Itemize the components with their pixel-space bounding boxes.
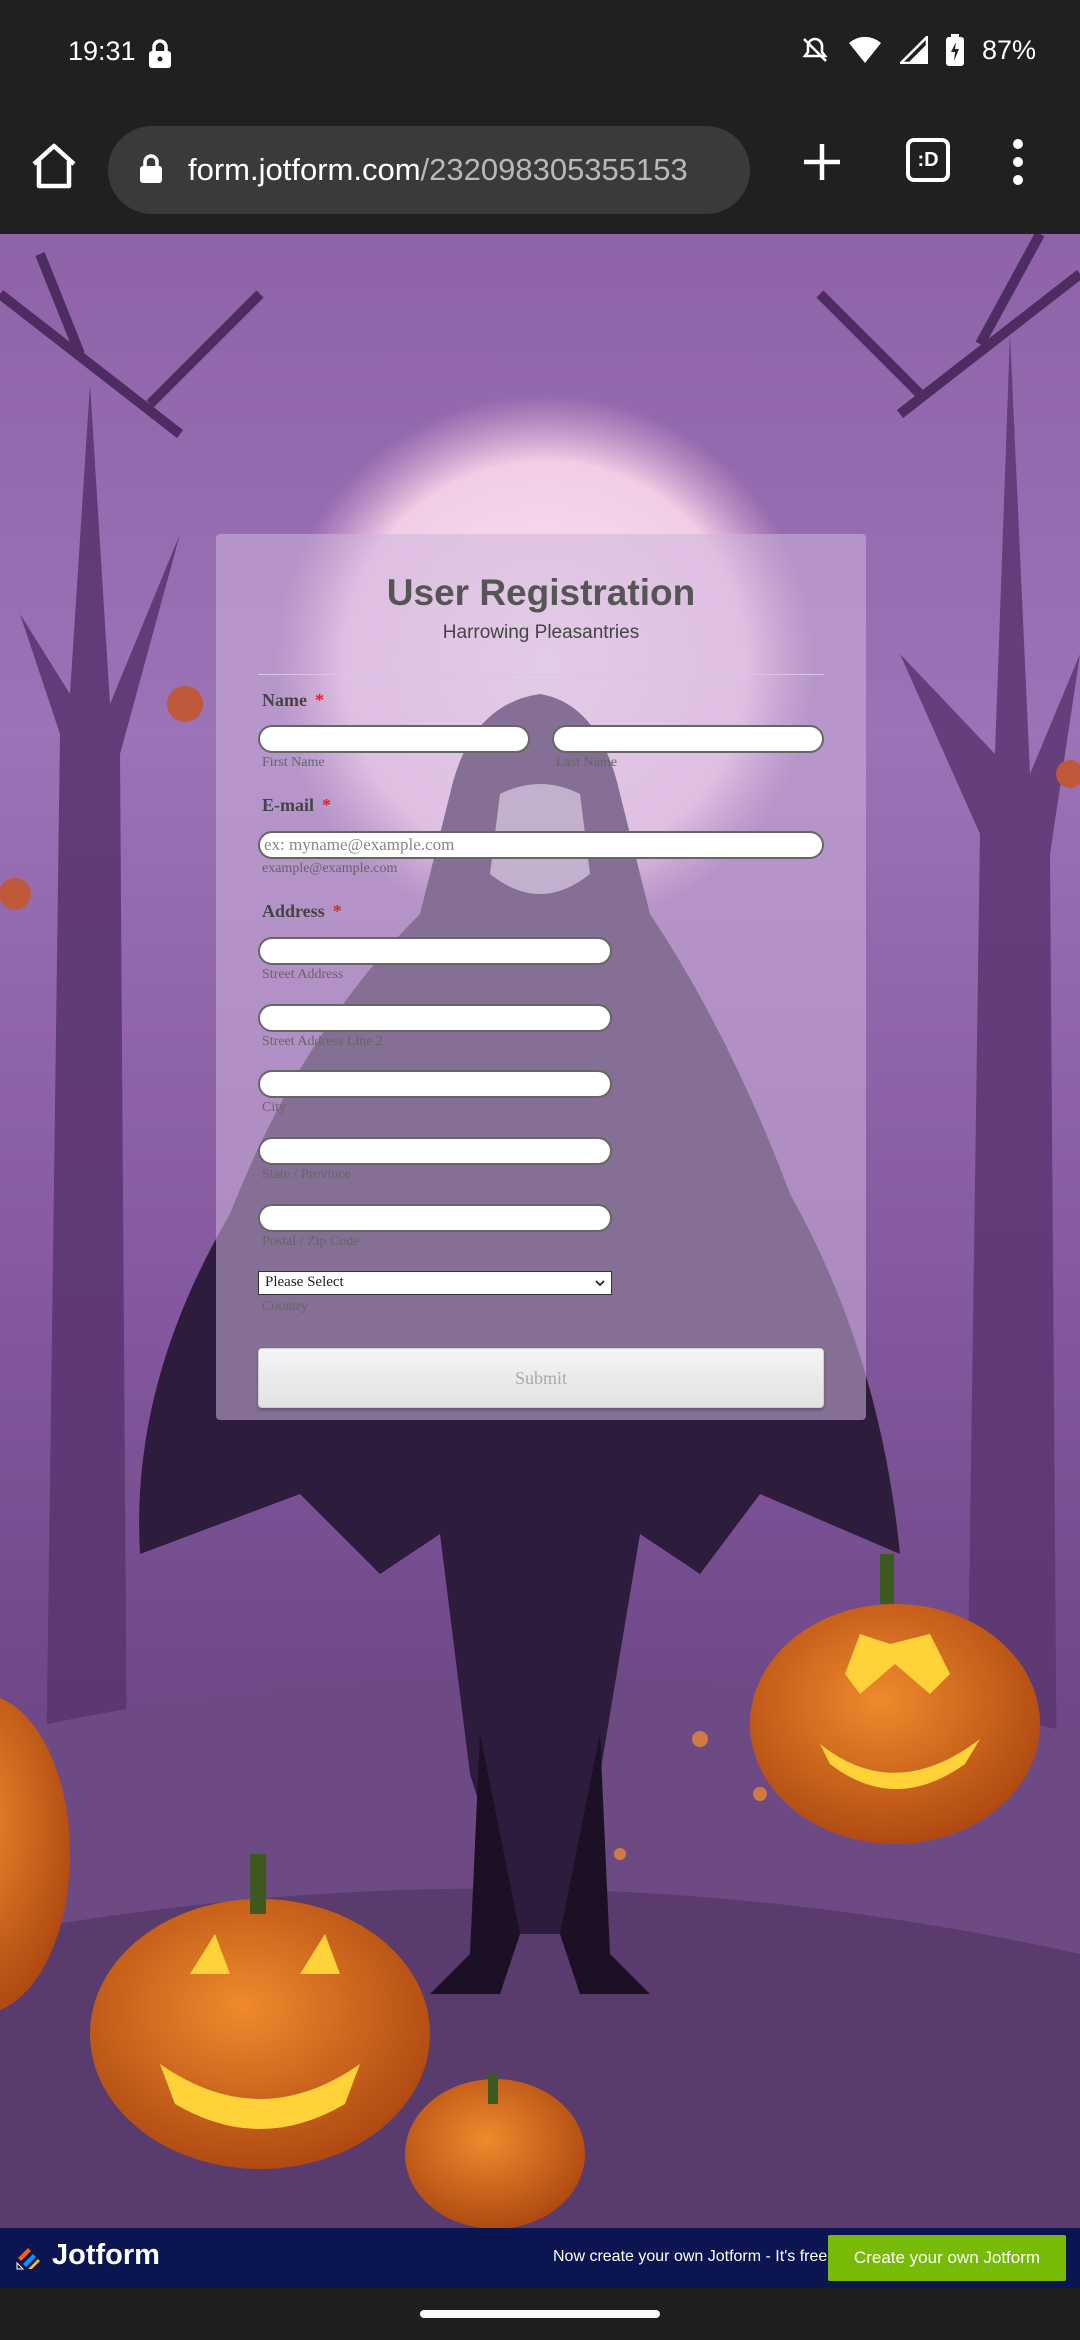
email-sublabel: example@example.com (262, 861, 398, 876)
url-host: form.jotform.com (188, 152, 421, 187)
header-divider (258, 674, 824, 675)
jotform-promo-text: Now create your own Jotform - It's free! (553, 2248, 832, 2265)
street-address-line2-sublabel: Street Address Line 2 (262, 1034, 383, 1049)
form-title: User Registration (386, 572, 696, 613)
name-label-text: Name (262, 690, 307, 710)
last-name-sublabel: Last Name (556, 755, 618, 770)
first-name-input[interactable] (258, 725, 530, 753)
postal-code-sublabel: Postal / Zip Code (262, 1234, 360, 1249)
chevron-down-icon (595, 1280, 605, 1287)
status-bar: 19:31 87% (0, 0, 1080, 110)
last-name-input[interactable] (552, 725, 824, 753)
postal-code-input[interactable] (258, 1204, 612, 1232)
country-selected-value: Please Select (265, 1274, 344, 1290)
country-sublabel: Country (262, 1299, 308, 1314)
url-path: /232098305355153 (420, 152, 688, 187)
name-label: Name * (262, 690, 324, 711)
home-icon[interactable] (24, 136, 84, 196)
city-sublabel: City (262, 1100, 287, 1115)
email-input[interactable]: ex: myname@example.com (258, 831, 824, 859)
home-gesture-handle[interactable] (420, 2310, 660, 2318)
do-not-disturb-icon (802, 37, 828, 62)
browser-toolbar: form.jotform.com/232098305355153 :D (0, 110, 1080, 234)
battery-icon (945, 34, 964, 66)
url-text[interactable]: form.jotform.com/232098305355153 (188, 152, 688, 188)
first-name-sublabel: First Name (262, 755, 325, 770)
lock-icon (149, 39, 171, 68)
registration-form: User Registration Harrowing Pleasantries… (216, 534, 866, 1420)
status-time: 19:31 (68, 36, 136, 66)
secure-lock-icon[interactable] (138, 154, 164, 184)
required-mark: * (314, 690, 324, 710)
street-address-sublabel: Street Address (262, 967, 344, 982)
jotform-logo-icon (16, 2248, 40, 2270)
address-label: Address * (262, 901, 342, 922)
new-tab-icon[interactable] (800, 140, 844, 184)
battery-percent: 87% (981, 34, 1036, 65)
required-mark: * (322, 795, 331, 815)
jotform-brand[interactable]: Jotform (52, 2239, 160, 2272)
more-options-icon[interactable] (1006, 136, 1030, 188)
form-subtitle: Harrowing Pleasantries (442, 622, 640, 643)
system-navigation-bar (0, 2288, 1080, 2340)
state-input[interactable] (258, 1137, 612, 1165)
email-label-text: E-mail (262, 795, 314, 815)
street-address-line2-input[interactable] (258, 1004, 612, 1032)
page-content: User Registration Harrowing Pleasantries… (0, 234, 1080, 2228)
address-bar[interactable]: form.jotform.com/232098305355153 (108, 126, 750, 214)
cell-signal-icon (899, 36, 928, 64)
wifi-icon (848, 36, 881, 63)
email-placeholder: ex: myname@example.com (264, 835, 455, 854)
address-label-text: Address (262, 901, 325, 921)
submit-button[interactable]: Submit (258, 1348, 824, 1408)
create-jotform-button[interactable]: Create your own Jotform (828, 2235, 1066, 2281)
state-sublabel: State / Province (262, 1167, 351, 1182)
required-mark: * (332, 901, 342, 921)
tab-switcher-button[interactable]: :D (906, 138, 950, 182)
country-select[interactable]: Please Select (258, 1271, 612, 1295)
street-address-input[interactable] (258, 937, 612, 965)
email-label: E-mail * (262, 795, 331, 816)
city-input[interactable] (258, 1070, 612, 1098)
jotform-banner: Jotform Now create your own Jotform - It… (0, 2228, 1080, 2288)
